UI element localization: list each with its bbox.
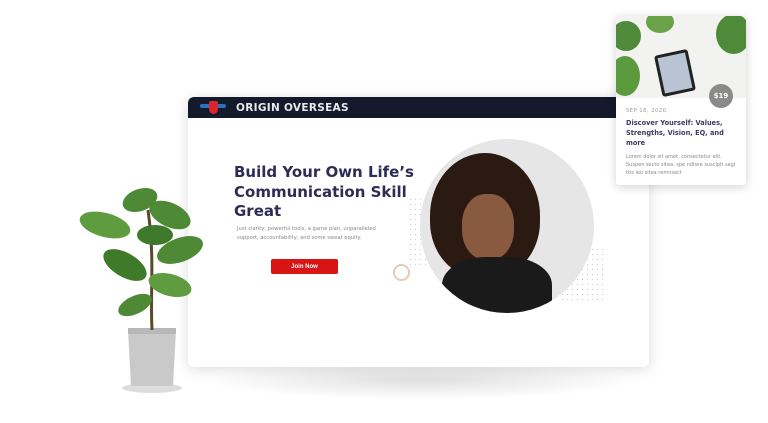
hero-portrait	[420, 139, 594, 313]
hero-title: Build Your Own Life’s Communication Skil…	[234, 163, 414, 220]
join-now-button[interactable]: Join Now	[271, 259, 338, 274]
card-description: Lorem dolor sit amet, consectetur elit. …	[626, 154, 736, 176]
site-header: ORIGIN OVERSEAS	[188, 97, 649, 118]
decorative-ring	[393, 264, 410, 281]
browser-mockup: ORIGIN OVERSEAS Build Your Own Life’s Co…	[188, 97, 649, 367]
card-date: SEP 16, 2020	[626, 108, 667, 114]
course-card[interactable]: $19 SEP 16, 2020 Discover Yourself: Valu…	[616, 16, 746, 185]
price-badge: $19	[709, 84, 733, 108]
brand-name[interactable]: ORIGIN OVERSEAS	[236, 102, 349, 114]
logo-icon[interactable]	[200, 100, 226, 115]
card-title[interactable]: Discover Yourself: Values, Strengths, Vi…	[626, 118, 738, 148]
card-image: $19	[616, 16, 746, 108]
hero-subtitle: Just clarity, powerful tools, a game pla…	[237, 226, 376, 241]
plant-illustration	[79, 187, 203, 393]
